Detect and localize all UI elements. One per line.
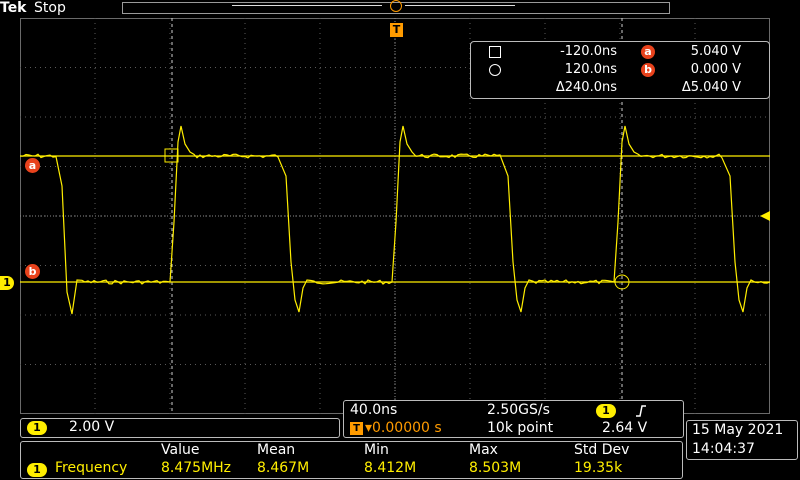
cursor-delta-voltage: Δ5.040 V — [681, 80, 741, 95]
cursor-b-voltage: 0.000 V — [690, 62, 741, 77]
record-window-line — [232, 5, 382, 6]
round-cursor-icon — [489, 64, 501, 76]
horizontal-trigger-panel[interactable]: 40.0ns 2.50GS/s 1 T ▾0.00000 s 10k point… — [343, 400, 684, 438]
cursor-readout: -120.0ns a 5.040 V 120.0ns b 0.000 V Δ24… — [470, 41, 770, 99]
ch1-vertical-panel[interactable]: 1 2.00 V — [20, 418, 340, 438]
cursor-delta-time: Δ240.0ns — [555, 80, 617, 95]
cursor-a-letter: a — [641, 45, 655, 59]
meas-mean: 8.467M — [257, 460, 310, 476]
date: 15 May 2021 — [692, 422, 784, 438]
meas-header-max: Max — [469, 442, 498, 458]
cursor-a-voltage: 5.040 V — [690, 44, 741, 59]
sample-rate: 2.50GS/s — [487, 402, 550, 418]
meas-ch1-badge: 1 — [27, 463, 47, 477]
cursor-b-letter: b — [641, 63, 655, 77]
ch1-badge: 1 — [27, 421, 47, 435]
ch1-volts-per-div: 2.00 V — [69, 419, 115, 435]
timebase: 40.0ns — [350, 402, 398, 418]
cursor-a-label[interactable]: a — [25, 158, 40, 173]
trigger-delay-icon: T — [350, 422, 363, 435]
time: 14:04:37 — [692, 441, 755, 457]
meas-header-value: Value — [161, 442, 200, 458]
meas-max: 8.503M — [469, 460, 522, 476]
meas-value: 8.475MHz — [161, 460, 232, 476]
trigger-level-arrow-icon[interactable] — [760, 211, 770, 221]
record-length: 10k point — [487, 420, 554, 436]
record-window-line-right — [405, 5, 515, 6]
square-cursor-icon — [489, 46, 501, 58]
meas-stddev: 19.35k — [574, 460, 623, 476]
meas-min: 8.412M — [364, 460, 417, 476]
trigger-source-badge: 1 — [596, 404, 616, 418]
top-status-bar: Tek Stop — [0, 0, 800, 18]
datetime-panel: 15 May 2021 14:04:37 — [686, 420, 798, 460]
trigger-position-icon — [390, 0, 402, 12]
meas-header-stddev: Std Dev — [574, 442, 630, 458]
acquisition-state[interactable]: Stop — [34, 0, 66, 16]
cursor-b-label[interactable]: b — [25, 264, 40, 279]
measurement-panel[interactable]: Value Mean Min Max Std Dev 1 Frequency 8… — [20, 441, 683, 479]
trigger-level: 2.64 V — [602, 420, 648, 436]
cursor-a-time: -120.0ns — [560, 44, 617, 59]
horizontal-position: ▾0.00000 s — [365, 420, 442, 436]
brand-label: Tek — [0, 0, 27, 16]
rising-edge-icon — [636, 405, 646, 417]
cursor-b-time: 120.0ns — [564, 62, 617, 77]
meas-header-min: Min — [364, 442, 389, 458]
trigger-marker-icon[interactable]: T — [390, 23, 403, 37]
ch1-ground-marker[interactable]: 1 — [0, 276, 14, 290]
meas-header-mean: Mean — [257, 442, 296, 458]
meas-name: Frequency — [55, 460, 128, 476]
